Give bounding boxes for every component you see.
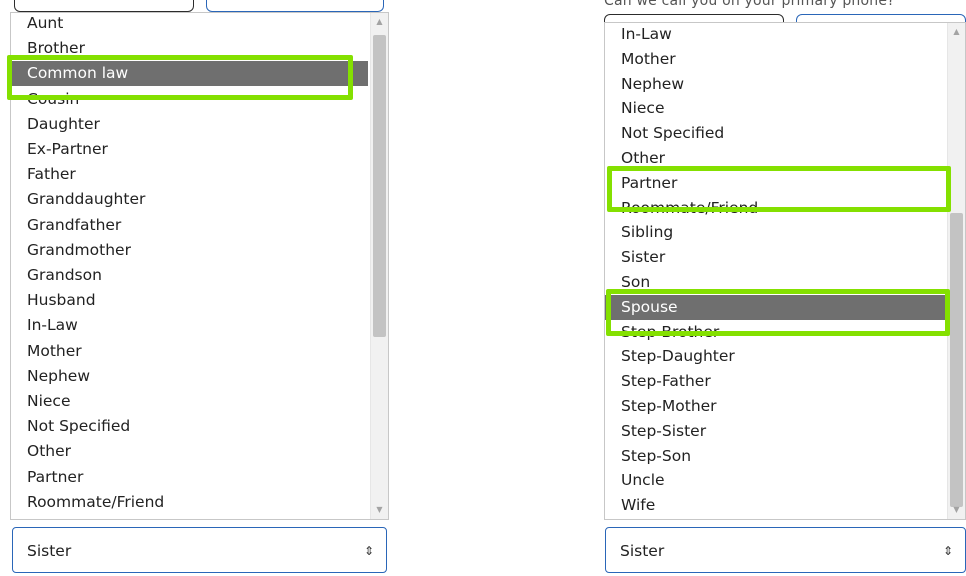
option-grandfather[interactable]: Grandfather xyxy=(11,213,368,238)
option-wife[interactable]: Wife xyxy=(605,493,945,518)
option-in-law[interactable]: In-Law xyxy=(11,313,368,338)
top-button-blue[interactable] xyxy=(206,0,384,12)
scroll-up-icon[interactable]: ▲ xyxy=(948,25,965,39)
option-not-specified[interactable]: Not Specified xyxy=(605,121,945,146)
option-partner[interactable]: Partner xyxy=(605,171,945,196)
option-step-son[interactable]: Step-Son xyxy=(605,444,945,469)
option-daughter[interactable]: Daughter xyxy=(11,112,368,137)
scroll-down-icon[interactable]: ▼ xyxy=(948,503,965,517)
option-granddaughter[interactable]: Granddaughter xyxy=(11,187,368,212)
left-panel: Aunt Brother Common law Cousin Daughter Ex-Pa… xyxy=(0,0,389,576)
option-mother[interactable]: Mother xyxy=(11,339,368,364)
relationship-listbox[interactable]: In-Law Mother Nephew Niece Not Specified Othe… xyxy=(604,22,966,520)
option-in-law[interactable]: In-Law xyxy=(605,23,945,47)
option-father[interactable]: Father xyxy=(11,162,368,187)
option-other[interactable]: Other xyxy=(605,146,945,171)
option-grandmother[interactable]: Grandmother xyxy=(11,238,368,263)
option-list: Aunt Brother Common law Cousin Daughter Ex-Pa… xyxy=(11,13,368,519)
top-button-dark[interactable] xyxy=(14,0,194,12)
option-other[interactable]: Other xyxy=(11,439,368,464)
relationship-listbox[interactable]: Aunt Brother Common law Cousin Daughter Ex-Pa… xyxy=(10,12,389,520)
scroll-up-icon[interactable]: ▲ xyxy=(371,15,388,29)
option-list: In-Law Mother Nephew Niece Not Specified Othe… xyxy=(605,23,945,519)
option-step-brother[interactable]: Step-Brother xyxy=(605,320,945,345)
option-not-specified[interactable]: Not Specified xyxy=(11,414,368,439)
option-nephew[interactable]: Nephew xyxy=(11,364,368,389)
scroll-thumb[interactable] xyxy=(950,213,963,507)
option-roommate-friend[interactable]: Roommate/Friend xyxy=(605,196,945,221)
option-nephew[interactable]: Nephew xyxy=(605,72,945,97)
option-step-father[interactable]: Step-Father xyxy=(605,369,945,394)
option-step-sister[interactable]: Step-Sister xyxy=(605,419,945,444)
relationship-select[interactable]: Sister ⇕ xyxy=(605,527,966,573)
option-mother[interactable]: Mother xyxy=(605,47,945,72)
option-cousin[interactable]: Cousin xyxy=(11,87,368,112)
option-son[interactable]: Son xyxy=(605,270,945,295)
partial-question-text: Can we call you on your primary phone? xyxy=(604,0,895,9)
scroll-thumb[interactable] xyxy=(373,35,386,337)
relationship-select[interactable]: Sister ⇕ xyxy=(12,527,387,573)
select-arrows-icon: ⇕ xyxy=(942,544,953,558)
option-roommate-friend[interactable]: Roommate/Friend xyxy=(11,490,368,515)
select-arrows-icon: ⇕ xyxy=(363,544,374,558)
scroll-down-icon[interactable]: ▼ xyxy=(371,503,388,517)
scrollbar[interactable]: ▲ ▼ xyxy=(947,23,965,519)
option-grandson[interactable]: Grandson xyxy=(11,263,368,288)
option-spouse[interactable]: Spouse xyxy=(605,294,945,320)
option-niece[interactable]: Niece xyxy=(11,389,368,414)
option-partner[interactable]: Partner xyxy=(11,465,368,490)
option-sister[interactable]: Sister xyxy=(605,245,945,270)
option-brother[interactable]: Brother xyxy=(11,36,368,61)
option-sibling[interactable]: Sibling xyxy=(605,220,945,245)
option-step-mother[interactable]: Step-Mother xyxy=(605,394,945,419)
option-niece[interactable]: Niece xyxy=(605,96,945,121)
right-panel: Can we call you on your primary phone? I… xyxy=(590,0,966,576)
option-ex-partner[interactable]: Ex-Partner xyxy=(11,137,368,162)
select-value: Sister xyxy=(620,542,665,560)
select-value: Sister xyxy=(27,542,72,560)
option-uncle[interactable]: Uncle xyxy=(605,468,945,493)
option-step-daughter[interactable]: Step-Daughter xyxy=(605,344,945,369)
option-common-law[interactable]: Common law xyxy=(11,61,368,87)
option-aunt[interactable]: Aunt xyxy=(11,13,368,36)
option-husband[interactable]: Husband xyxy=(11,288,368,313)
scrollbar[interactable]: ▲ ▼ xyxy=(370,13,388,519)
